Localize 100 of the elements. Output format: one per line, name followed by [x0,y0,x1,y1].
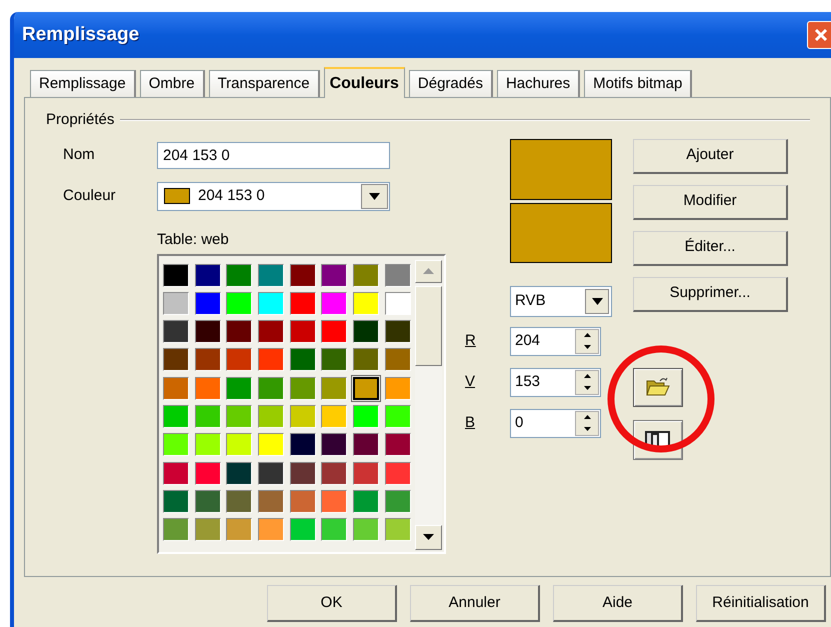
color-swatch[interactable] [353,320,380,344]
color-swatch[interactable] [321,518,348,542]
color-swatch[interactable] [290,264,316,286]
color-swatch[interactable] [194,320,221,344]
color-swatch[interactable] [258,320,284,344]
color-swatch[interactable] [290,490,316,513]
spin-field[interactable]: 153 [510,368,601,396]
color-swatch[interactable] [290,404,316,428]
color-swatch[interactable] [226,462,252,485]
color-swatch[interactable] [258,433,284,456]
color-swatch[interactable] [290,376,316,400]
color-swatch[interactable] [321,462,348,485]
color-swatch[interactable] [384,490,411,513]
color-swatch[interactable] [321,376,348,400]
color-swatch[interactable] [163,462,189,485]
tab[interactable]: Couleurs [324,67,405,98]
color-swatch[interactable] [353,433,380,456]
color-swatch[interactable] [163,264,189,286]
load-palette-button[interactable] [633,368,683,406]
tab[interactable]: Motifs bitmap [584,70,692,97]
color-swatch[interactable] [321,404,348,428]
color-swatch[interactable] [353,264,380,286]
color-swatch[interactable] [194,292,221,315]
color-swatch[interactable] [384,264,411,286]
color-swatch[interactable] [353,404,380,428]
color-swatch[interactable] [163,433,189,456]
scroll-down-button[interactable] [415,524,442,550]
color-swatch[interactable] [290,433,316,456]
color-swatch[interactable] [290,292,316,315]
tab[interactable]: Transparence [208,70,320,97]
dialog-button[interactable]: Annuler [410,585,540,622]
color-swatch[interactable] [321,490,348,513]
color-swatch[interactable] [384,518,411,542]
color-swatch[interactable] [353,518,380,542]
action-button[interactable]: Éditer... [633,230,788,266]
color-swatch[interactable] [384,348,411,372]
color-model-dropdown[interactable]: RVB [510,286,612,316]
tab[interactable]: Hachures [496,70,580,97]
action-button[interactable]: Ajouter [633,138,788,174]
color-swatch[interactable] [226,433,252,456]
color-swatch[interactable] [258,404,284,428]
color-swatch[interactable] [353,376,380,400]
color-swatch[interactable] [258,376,284,400]
color-swatch[interactable] [353,292,380,315]
color-swatch[interactable] [226,348,252,372]
color-swatch[interactable] [226,490,252,513]
action-button[interactable]: Supprimer... [633,276,788,312]
spin-arrows-icon[interactable] [575,410,599,436]
tab[interactable]: Ombre [140,70,205,97]
spin-arrows-icon[interactable] [575,370,599,394]
spin-field[interactable]: 0 [510,408,601,438]
color-swatch[interactable] [194,404,221,428]
color-swatch[interactable] [384,462,411,485]
color-swatch[interactable] [163,320,189,344]
color-swatch[interactable] [353,462,380,485]
color-swatch[interactable] [226,376,252,400]
color-swatch[interactable] [258,348,284,372]
spin-field[interactable]: 204 [510,326,601,356]
color-swatch[interactable] [194,462,221,485]
dialog-button[interactable]: Réinitialisation [696,585,826,622]
color-swatch[interactable] [384,404,411,428]
color-swatch[interactable] [194,433,221,456]
color-swatch[interactable] [163,404,189,428]
color-swatch[interactable] [384,292,411,315]
color-swatch[interactable] [194,376,221,400]
color-swatch[interactable] [226,264,252,286]
color-swatch[interactable] [290,320,316,344]
color-swatch[interactable] [353,348,380,372]
color-swatch[interactable] [194,264,221,286]
color-swatch[interactable] [226,404,252,428]
color-dropdown[interactable]: 204 153 0 [157,182,390,210]
dialog-button[interactable]: Aide [553,585,683,622]
color-swatch[interactable] [321,433,348,456]
scroll-thumb[interactable] [415,286,442,366]
scrollbar[interactable] [415,260,442,550]
tab[interactable]: Dégradés [408,70,493,97]
color-swatch[interactable] [194,518,221,542]
color-swatch[interactable] [290,348,316,372]
color-swatch[interactable] [321,348,348,372]
color-swatch[interactable] [290,518,316,542]
color-swatch[interactable] [321,292,348,315]
color-swatch[interactable] [163,292,189,315]
color-swatch[interactable] [384,376,411,400]
color-swatch[interactable] [384,433,411,456]
close-button[interactable] [807,21,831,49]
color-swatch[interactable] [258,264,284,286]
color-swatch[interactable] [226,320,252,344]
dialog-button[interactable]: OK [267,585,397,622]
color-swatch[interactable] [258,490,284,513]
color-swatch[interactable] [290,462,316,485]
color-swatch[interactable] [321,264,348,286]
color-swatch[interactable] [258,292,284,315]
color-swatch[interactable] [194,348,221,372]
color-swatch[interactable] [321,320,348,344]
color-swatch[interactable] [384,320,411,344]
action-button[interactable]: Modifier [633,184,788,220]
color-swatch[interactable] [226,518,252,542]
color-swatch[interactable] [163,348,189,372]
tab[interactable]: Remplissage [30,70,136,97]
color-swatch[interactable] [163,376,189,400]
